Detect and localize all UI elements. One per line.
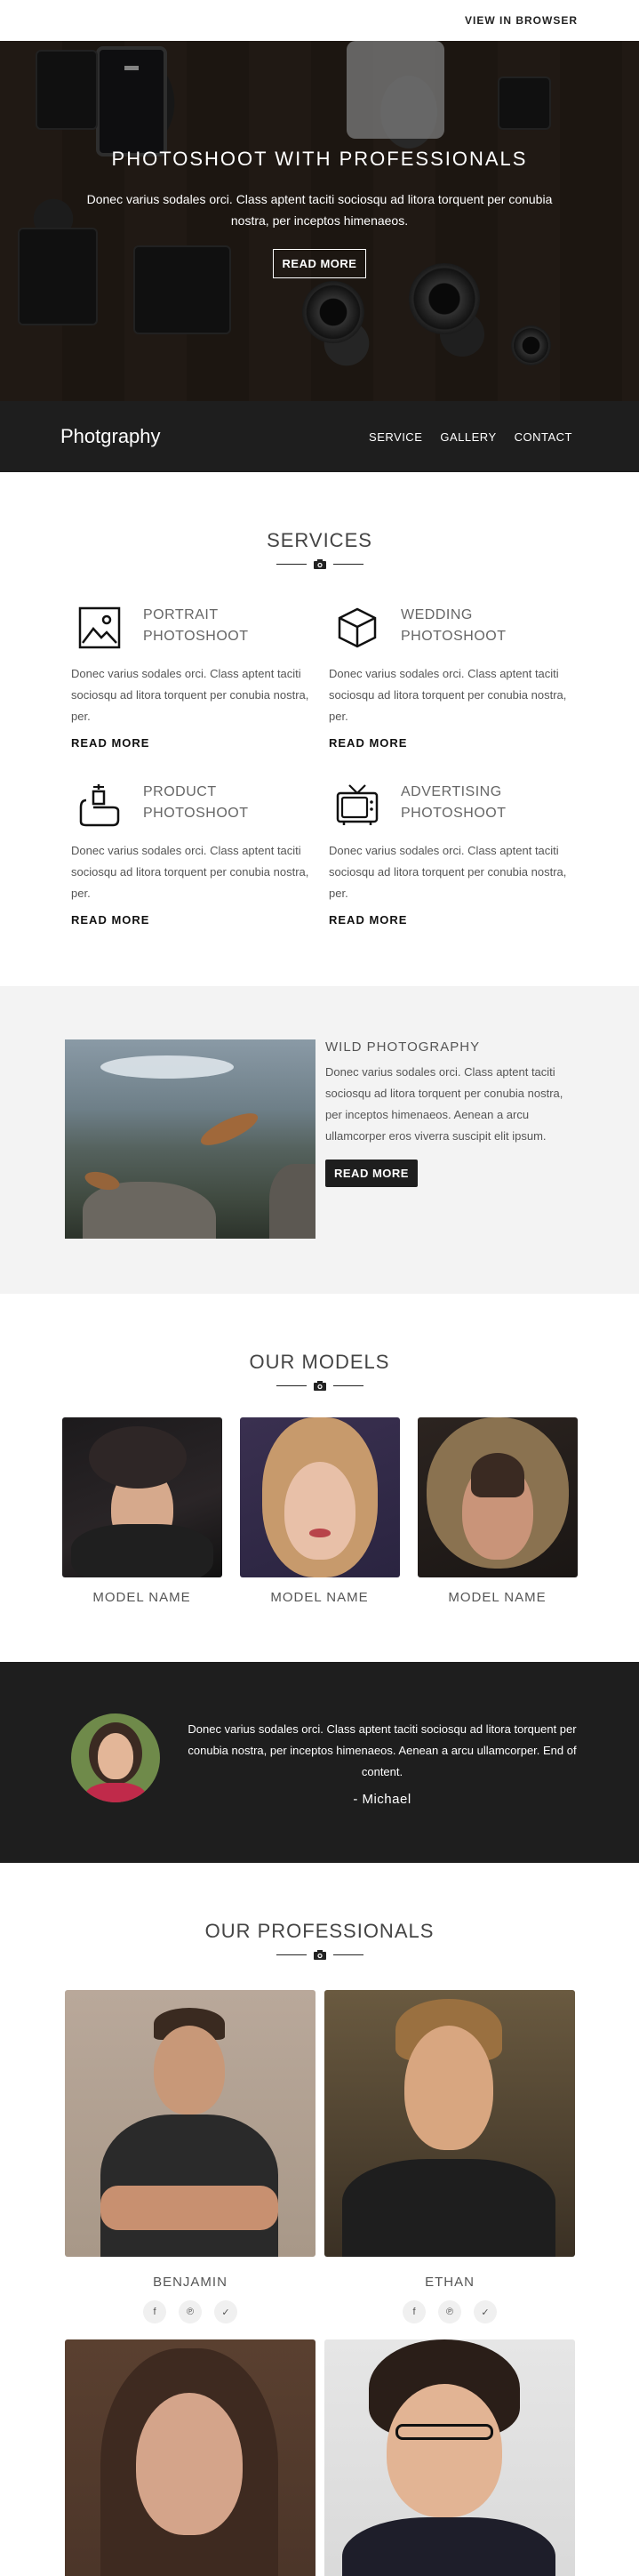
services-grid: PORTRAIT PHOTOSHOOT Donec varius sodales… bbox=[71, 605, 639, 928]
social-links: f ℗ ✓ bbox=[324, 2300, 575, 2323]
tv-icon bbox=[334, 782, 380, 828]
social-links: f ℗ ✓ bbox=[65, 2300, 316, 2323]
hero-title: PHOTOSHOOT WITH PROFESSIONALS bbox=[111, 148, 528, 170]
twitter-icon[interactable]: ✓ bbox=[214, 2300, 237, 2323]
services-heading-block: SERVICES bbox=[0, 529, 639, 569]
heading-divider bbox=[0, 1950, 639, 1960]
nav-link-service[interactable]: SERVICE bbox=[369, 430, 422, 444]
view-in-browser-link[interactable]: VIEW IN BROWSER bbox=[465, 14, 578, 27]
professional-name: BENJAMIN bbox=[153, 2275, 228, 2290]
heading-divider bbox=[0, 1381, 639, 1391]
wild-photo bbox=[65, 1039, 316, 1239]
nav-link-contact[interactable]: CONTACT bbox=[515, 430, 572, 444]
service-item: WEDDING PHOTOSHOOT Donec varius sodales … bbox=[329, 605, 569, 751]
service-read-more-link[interactable]: READ MORE bbox=[71, 736, 149, 750]
service-title: ADVERTISING PHOTOSHOOT bbox=[401, 784, 507, 821]
testimonial-body: Donec varius sodales orci. Class aptent … bbox=[187, 1719, 578, 1807]
nav-link-gallery[interactable]: GALLERY bbox=[440, 430, 496, 444]
service-title: WEDDING PHOTOSHOOT bbox=[401, 607, 507, 644]
brand-logo[interactable]: Photgraphy bbox=[60, 425, 161, 448]
model-name: MODEL NAME bbox=[92, 1590, 191, 1605]
camera-icon bbox=[313, 1381, 326, 1391]
professional-card bbox=[324, 2339, 575, 2576]
professionals-heading-block: OUR PROFESSIONALS bbox=[0, 1920, 639, 1960]
service-item: ADVERTISING PHOTOSHOOT Donec varius soda… bbox=[329, 782, 569, 928]
camera-icon bbox=[313, 1950, 326, 1960]
testimonial-section: Donec varius sodales orci. Class aptent … bbox=[0, 1662, 639, 1863]
model-name: MODEL NAME bbox=[448, 1590, 547, 1605]
wild-text: Donec varius sodales orci. Class aptent … bbox=[325, 1065, 563, 1143]
nav-links: SERVICE GALLERY CONTACT bbox=[369, 430, 572, 444]
model-card[interactable]: MODEL NAME bbox=[417, 1417, 578, 1605]
models-row: MODEL NAME MODEL NAME MODEL NAME bbox=[0, 1417, 639, 1605]
wild-content: WILD PHOTOGRAPHY Donec varius sodales or… bbox=[325, 1039, 574, 1294]
professional-card: ETHAN f ℗ ✓ bbox=[324, 1990, 575, 2323]
service-item: PRODUCT PHOTOSHOOT Donec varius sodales … bbox=[71, 782, 311, 928]
model-photo bbox=[239, 1417, 400, 1577]
email-page: VIEW IN BROWSER PHOTOSHOOT WITH PROFESSI… bbox=[0, 0, 639, 2576]
hero-content: PHOTOSHOOT WITH PROFESSIONALS Donec vari… bbox=[0, 148, 639, 278]
testimonial-author: - Michael bbox=[353, 1791, 411, 1807]
leaping-goat bbox=[196, 1107, 262, 1152]
model-card[interactable]: MODEL NAME bbox=[239, 1417, 400, 1605]
models-heading: OUR MODELS bbox=[249, 1351, 390, 1373]
top-bar: VIEW IN BROWSER bbox=[0, 0, 639, 41]
main-nav: Photgraphy SERVICE GALLERY CONTACT bbox=[0, 401, 639, 472]
service-text: Donec varius sodales orci. Class aptent … bbox=[329, 667, 567, 723]
model-photo bbox=[417, 1417, 578, 1577]
services-section: SERVICES PORTRAIT PHOTOSHOOT Donec variu… bbox=[0, 472, 639, 986]
professionals-grid: BENJAMIN f ℗ ✓ ETHAN f ℗ ✓ bbox=[65, 1990, 639, 2576]
avatar bbox=[71, 1713, 160, 1802]
model-photo bbox=[61, 1417, 222, 1577]
service-read-more-link[interactable]: READ MORE bbox=[329, 913, 407, 927]
services-heading: SERVICES bbox=[267, 529, 372, 551]
twitter-icon[interactable]: ✓ bbox=[474, 2300, 497, 2323]
hero-section: PHOTOSHOOT WITH PROFESSIONALS Donec vari… bbox=[0, 41, 639, 401]
picture-icon bbox=[76, 605, 123, 651]
camera-icon bbox=[313, 559, 326, 569]
hero-text: Donec varius sodales orci. Class aptent … bbox=[86, 192, 553, 228]
models-section: OUR MODELS MODEL NAME MODEL NAME MODEL N… bbox=[0, 1294, 639, 1662]
testimonial-text: Donec varius sodales orci. Class aptent … bbox=[188, 1721, 577, 1778]
professional-card bbox=[65, 2339, 316, 2576]
service-text: Donec varius sodales orci. Class aptent … bbox=[329, 844, 567, 900]
models-heading-block: OUR MODELS bbox=[0, 1351, 639, 1391]
professional-card: BENJAMIN f ℗ ✓ bbox=[65, 1990, 316, 2323]
service-title: PRODUCT PHOTOSHOOT bbox=[143, 784, 249, 821]
heading-divider bbox=[0, 559, 639, 569]
facebook-icon[interactable]: f bbox=[143, 2300, 166, 2323]
professionals-heading: OUR PROFESSIONALS bbox=[204, 1920, 435, 1942]
wild-title: WILD PHOTOGRAPHY bbox=[325, 1039, 481, 1055]
professional-photo bbox=[65, 1990, 316, 2257]
professional-photo bbox=[324, 2339, 575, 2576]
cube-icon bbox=[334, 605, 380, 651]
model-card[interactable]: MODEL NAME bbox=[61, 1417, 222, 1605]
service-text: Donec varius sodales orci. Class aptent … bbox=[71, 667, 309, 723]
service-item: PORTRAIT PHOTOSHOOT Donec varius sodales… bbox=[71, 605, 311, 751]
model-name: MODEL NAME bbox=[270, 1590, 369, 1605]
pinterest-icon[interactable]: ℗ bbox=[438, 2300, 461, 2323]
wild-read-more-button[interactable]: READ MORE bbox=[325, 1160, 418, 1187]
wild-photography-section: WILD PHOTOGRAPHY Donec varius sodales or… bbox=[0, 986, 639, 1294]
perfume-icon bbox=[76, 782, 123, 828]
professionals-section: OUR PROFESSIONALS BENJAMIN f ℗ ✓ ETHAN f… bbox=[0, 1863, 639, 2576]
facebook-icon[interactable]: f bbox=[403, 2300, 426, 2323]
professional-photo bbox=[65, 2339, 316, 2576]
hero-read-more-button[interactable]: READ MORE bbox=[272, 249, 367, 278]
professional-name: ETHAN bbox=[425, 2275, 475, 2290]
service-title: PORTRAIT PHOTOSHOOT bbox=[143, 607, 249, 644]
service-text: Donec varius sodales orci. Class aptent … bbox=[71, 844, 309, 900]
service-read-more-link[interactable]: READ MORE bbox=[329, 736, 407, 750]
pinterest-icon[interactable]: ℗ bbox=[179, 2300, 202, 2323]
service-read-more-link[interactable]: READ MORE bbox=[71, 913, 149, 927]
professional-photo bbox=[324, 1990, 575, 2257]
